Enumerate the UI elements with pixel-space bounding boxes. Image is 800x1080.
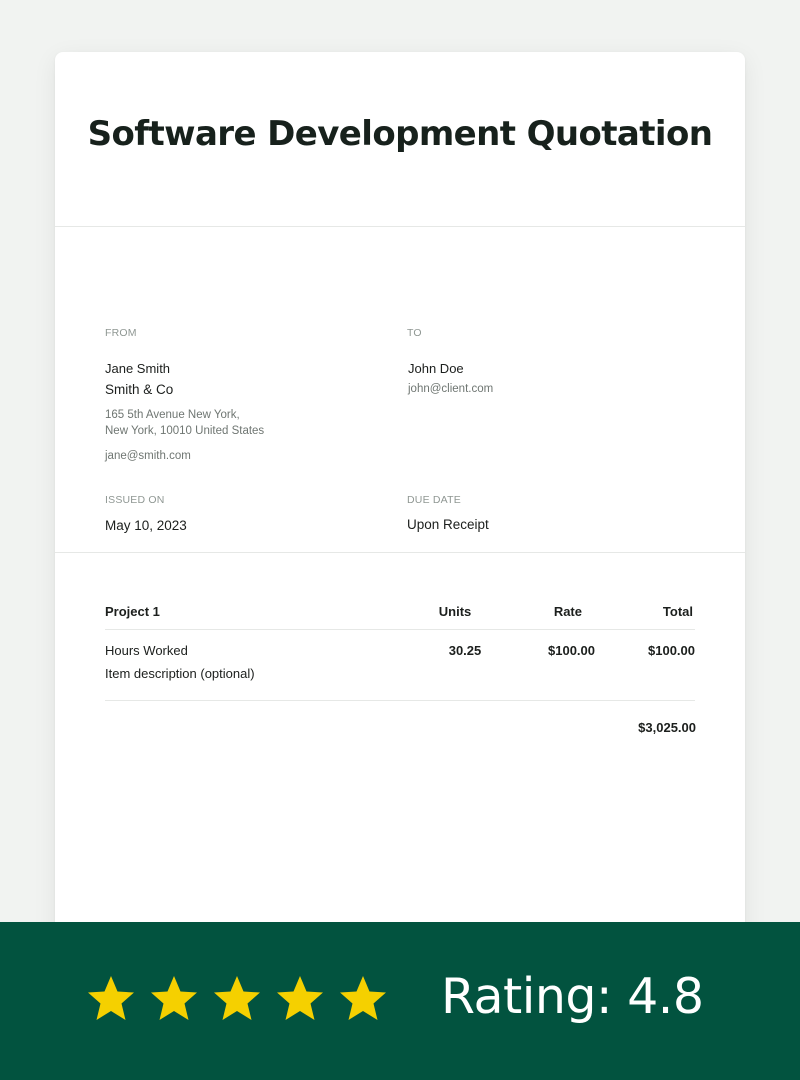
rating-bar: Rating: 4.8 [0,922,800,1080]
to-label: TO [407,327,422,339]
item-units: 30.25 [448,643,482,658]
star-icon [277,976,323,1020]
rating-stars [86,974,388,1024]
star-icon [340,976,386,1020]
issued-on-label: ISSUED ON [105,494,165,506]
to-email: john@client.com [408,383,494,395]
due-date-value: Upon Receipt [407,517,489,532]
from-address-line2: New York, 10010 United States [105,425,265,437]
quotation-document: Software Development Quotation FROM Jane… [55,52,745,952]
rating-text: Rating: 4.8 [441,968,704,1025]
item-name: Hours Worked [105,643,188,658]
star-icon [151,976,197,1020]
from-label: FROM [105,327,137,339]
header-divider [105,629,695,630]
item-rate: $100.00 [548,643,595,658]
rate-header: Rate [553,604,582,619]
item-description: Item description (optional) [105,666,255,681]
from-address-line1: 165 5th Avenue New York, [105,409,240,421]
total-header: Total [662,604,693,619]
from-company: Smith & Co [105,382,174,397]
from-email: jane@smith.com [105,450,191,462]
details-section: FROM Jane Smith Smith & Co 165 5th Avenu… [55,227,745,553]
star-icon [88,976,134,1020]
units-header: Units [438,604,472,619]
grand-total: $3,025.00 [638,720,696,735]
title-section: Software Development Quotation [55,52,745,227]
issued-on-value: May 10, 2023 [105,518,187,533]
due-date-label: DUE DATE [407,494,461,506]
document-title: Software Development Quotation [87,114,713,154]
project-header: Project 1 [105,604,160,619]
item-total: $100.00 [648,643,695,658]
star-icon [214,976,260,1020]
to-name: John Doe [408,361,464,376]
line-items-table: Project 1 Units Rate Total Hours Worked … [55,553,745,952]
row-divider [105,700,695,701]
from-name: Jane Smith [105,361,171,376]
